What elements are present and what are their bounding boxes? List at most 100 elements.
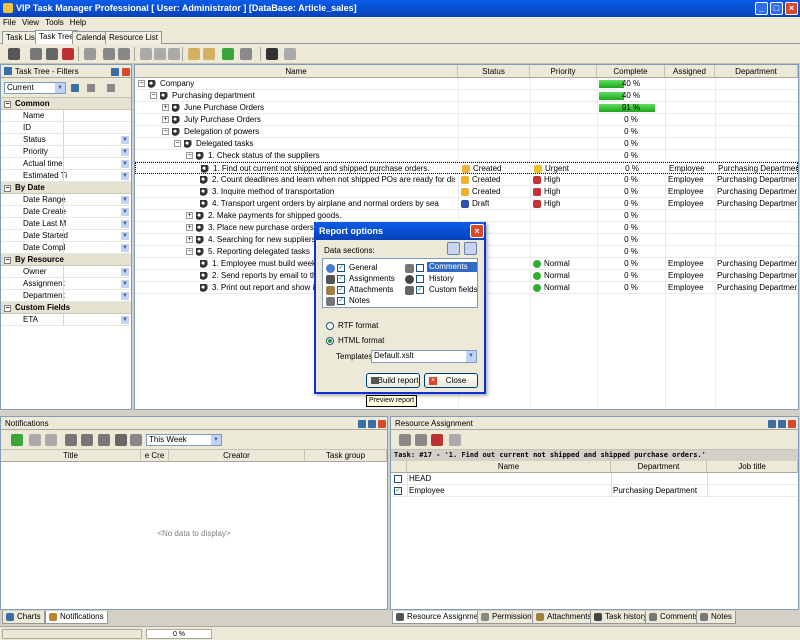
comments-checkbox[interactable]: [416, 264, 424, 272]
collapse-icon[interactable]: −: [4, 101, 11, 108]
filter-group-header[interactable]: − By Date: [1, 182, 131, 194]
chevron-down-icon[interactable]: ▼: [121, 160, 129, 168]
filter-group-header[interactable]: − By Resource: [1, 254, 131, 266]
general-checkbox[interactable]: ✓: [337, 264, 345, 272]
tab-charts[interactable]: Charts: [2, 611, 45, 624]
notes-checkbox[interactable]: ✓: [337, 297, 345, 305]
settings-icon[interactable]: [130, 434, 142, 446]
filter-item[interactable]: Owner ▼: [1, 266, 131, 278]
filter-item[interactable]: Date Last M ▼: [1, 218, 131, 230]
column-header-job-title[interactable]: Job title: [707, 461, 798, 473]
pin-icon[interactable]: [778, 420, 786, 428]
settings-icon[interactable]: [284, 48, 296, 60]
assign-icon[interactable]: [399, 434, 411, 446]
chevron-down-icon[interactable]: ▼: [121, 292, 129, 300]
deselect-all-icon[interactable]: [464, 242, 477, 255]
filter-item-value[interactable]: ▼: [63, 170, 131, 181]
chevron-down-icon[interactable]: ▼: [121, 136, 129, 144]
task-row[interactable]: − 1. Check status of the suppliers 0 %: [135, 150, 798, 162]
expand-all-icon[interactable]: [188, 48, 200, 60]
task-row[interactable]: − Company 40 %: [135, 78, 798, 90]
select-all-icon[interactable]: [447, 242, 460, 255]
minimize-button[interactable]: _: [755, 2, 768, 15]
close-dialog-button[interactable]: × Close: [424, 373, 478, 388]
eye-icon[interactable]: [115, 434, 127, 446]
collapse-node-icon[interactable]: −: [186, 152, 193, 159]
collapse-node-icon[interactable]: −: [138, 80, 145, 87]
pin-icon[interactable]: [111, 68, 119, 76]
minimize-panel-icon[interactable]: [768, 420, 776, 428]
task-row[interactable]: − Purchasing department 40 %: [135, 90, 798, 102]
column-header-title[interactable]: Title: [1, 450, 141, 462]
resource-checkbox[interactable]: [394, 475, 402, 483]
chevron-down-icon[interactable]: ▼: [121, 280, 129, 288]
menu-help[interactable]: Help: [67, 17, 89, 28]
mark-read-icon[interactable]: [29, 434, 41, 446]
filter-item-value[interactable]: ▼: [63, 278, 131, 289]
column-header-status[interactable]: Status: [458, 65, 530, 78]
task-row[interactable]: + June Purchase Orders 91 %: [135, 102, 798, 114]
filter-item-value[interactable]: ▼: [63, 230, 131, 241]
clear-filter-icon[interactable]: [87, 84, 95, 92]
chevron-down-icon[interactable]: ▼: [121, 148, 129, 156]
filter-options-icon[interactable]: [107, 84, 115, 92]
build-report-button[interactable]: Build report: [366, 373, 420, 388]
filter-item-value[interactable]: [63, 110, 131, 121]
filter-item[interactable]: Status ▼: [1, 134, 131, 146]
menu-view[interactable]: View: [19, 17, 42, 28]
column-header-creator[interactable]: Creator: [169, 450, 305, 462]
close-panel-icon[interactable]: [788, 420, 796, 428]
tab-resource-assignment[interactable]: Resource Assignment: [392, 611, 489, 624]
delete-task-icon[interactable]: [62, 48, 74, 60]
filter-icon[interactable]: [84, 48, 96, 60]
apply-filter-icon[interactable]: [71, 84, 79, 92]
refresh-icon[interactable]: [11, 434, 23, 446]
view-icon[interactable]: [65, 434, 77, 446]
add-resource-icon[interactable]: [415, 434, 427, 446]
chevron-down-icon[interactable]: ▼: [121, 268, 129, 276]
column-header-date-created[interactable]: e Cre: [141, 450, 169, 462]
task-row[interactable]: 2. Count deadlines and learn when not sh…: [135, 174, 798, 186]
collapse-node-icon[interactable]: −: [186, 248, 193, 255]
options-icon[interactable]: [449, 434, 461, 446]
filter-group-header[interactable]: − Custom Fields: [1, 302, 131, 314]
resource-row[interactable]: ✓ Employee Purchasing Department: [391, 485, 798, 497]
tab-permissions[interactable]: Permissions: [477, 611, 540, 624]
filter-group-header[interactable]: − Common: [1, 98, 131, 110]
column-header-assigned[interactable]: Assigned: [665, 65, 715, 78]
menu-tools[interactable]: Tools: [42, 17, 67, 28]
show-icon[interactable]: [98, 434, 110, 446]
tab-attachments[interactable]: Attachments: [532, 611, 596, 624]
column-header-name[interactable]: Name: [135, 65, 458, 78]
resource-checkbox[interactable]: ✓: [394, 487, 402, 495]
collapse-node-icon[interactable]: −: [150, 92, 157, 99]
attachments-checkbox[interactable]: ✓: [337, 286, 345, 294]
task-row[interactable]: − Delegation of powers 0 %: [135, 126, 798, 138]
chevron-down-icon[interactable]: ▼: [121, 220, 129, 228]
chevron-down-icon[interactable]: ▼: [121, 172, 129, 180]
filter-item-value[interactable]: ▼: [63, 206, 131, 217]
filter-item-value[interactable]: ▼: [63, 242, 131, 253]
filter-item-value[interactable]: ▼: [63, 218, 131, 229]
column-header-resource-department[interactable]: Department: [611, 461, 707, 473]
remove-resource-icon[interactable]: [431, 434, 443, 446]
column-header-complete[interactable]: Complete: [597, 65, 665, 78]
maximize-button[interactable]: □: [770, 2, 783, 15]
chevron-down-icon[interactable]: ▼: [121, 232, 129, 240]
column-header-resource-name[interactable]: Name: [407, 461, 611, 473]
column-header-department[interactable]: Department: [715, 65, 798, 78]
filter-item[interactable]: Department ▼: [1, 290, 131, 302]
filter-item[interactable]: Date Started ▼: [1, 230, 131, 242]
move-down-icon[interactable]: [168, 48, 180, 60]
filter-item-value[interactable]: ▼: [63, 194, 131, 205]
filter-item[interactable]: ID: [1, 122, 131, 134]
report-icon[interactable]: [240, 48, 252, 60]
filter-item[interactable]: Date Compl ▼: [1, 242, 131, 254]
task-row[interactable]: 1. Find out current not shipped and ship…: [135, 162, 798, 174]
chevron-down-icon[interactable]: ▼: [121, 208, 129, 216]
filter-item-value[interactable]: ▼: [63, 146, 131, 157]
delete-notification-icon[interactable]: [45, 434, 57, 446]
filter-item[interactable]: Assignment ▼: [1, 278, 131, 290]
edit-task-icon[interactable]: [46, 48, 58, 60]
filter-preset-select[interactable]: Current ▼: [4, 82, 66, 94]
